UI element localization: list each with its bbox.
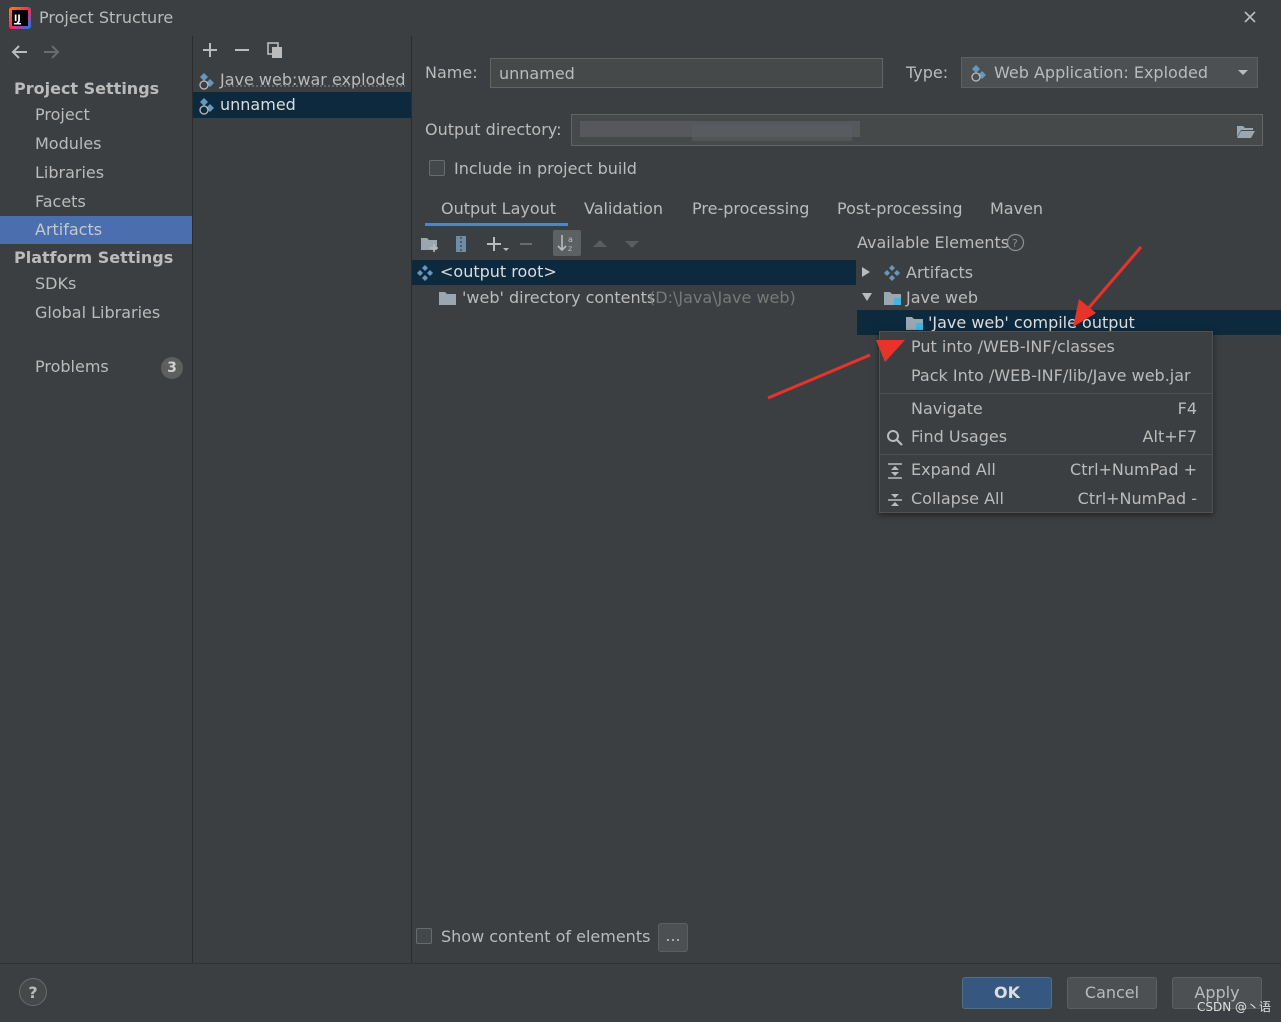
show-content-checkbox[interactable]	[416, 928, 432, 944]
show-content-options-button[interactable]: ...	[658, 923, 688, 952]
show-content-label: Show content of elements	[441, 927, 651, 946]
annotation-arrow	[1073, 246, 1143, 327]
annotation-arrow	[767, 340, 905, 400]
annotation-arrows	[767, 246, 1143, 400]
watermark-text: CSDN @丶语	[1197, 1000, 1272, 1014]
help-button[interactable]: ?	[19, 978, 47, 1006]
footer-divider	[0, 963, 1281, 964]
ok-button[interactable]: OK	[962, 977, 1052, 1009]
cancel-button[interactable]: Cancel	[1067, 977, 1157, 1009]
